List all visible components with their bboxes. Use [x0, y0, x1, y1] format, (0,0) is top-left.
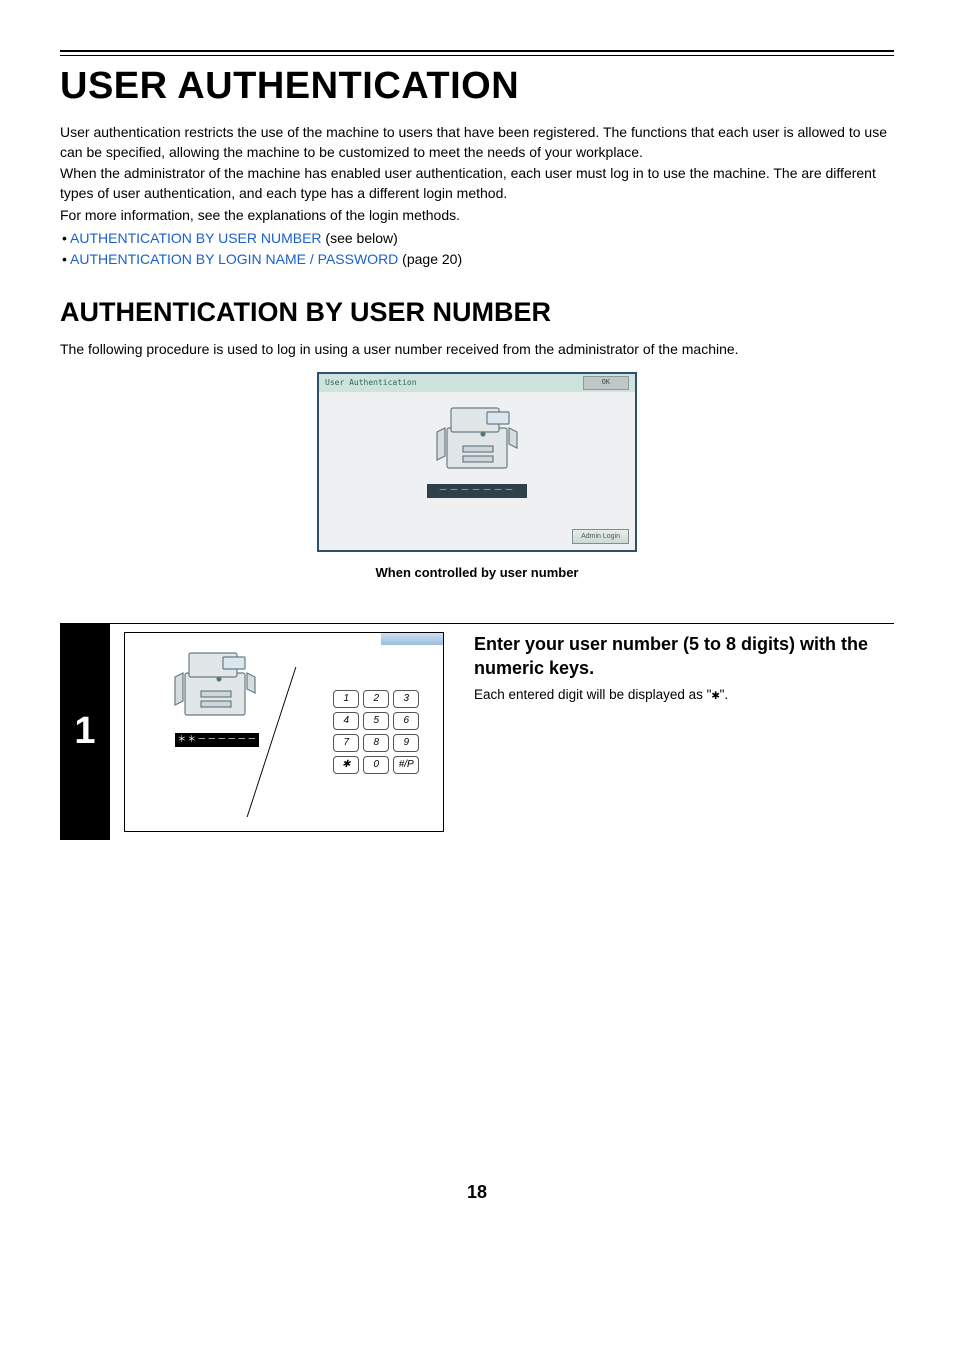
- key-0[interactable]: 0: [363, 756, 389, 774]
- step-body-a: Each entered digit will be displayed as …: [474, 687, 711, 702]
- step-text: Enter your user number (5 to 8 digits) w…: [474, 624, 894, 840]
- page-title: USER AUTHENTICATION: [60, 60, 894, 113]
- panel-header-title: User Authentication: [325, 377, 417, 388]
- key-7[interactable]: 7: [333, 734, 359, 752]
- key-3[interactable]: 3: [393, 690, 419, 708]
- step-number: 1: [60, 624, 110, 840]
- numeric-keypad: 1 2 3 4 5 6 7 8 9 ✱ 0 #/P: [333, 690, 419, 774]
- key-2[interactable]: 2: [363, 690, 389, 708]
- key-hash[interactable]: #/P: [393, 756, 419, 774]
- intro-block: User authentication restricts the use of…: [60, 123, 894, 225]
- link2-suffix: (page 20): [398, 251, 462, 267]
- top-rule: [60, 50, 894, 56]
- panel-body: －－－－－－－: [319, 398, 635, 518]
- key-6[interactable]: 6: [393, 712, 419, 730]
- page-number: 18: [60, 1180, 894, 1205]
- mask-entered: ＊＊－－－－－－: [175, 733, 259, 748]
- link-list: • AUTHENTICATION BY USER NUMBER (see bel…: [62, 229, 894, 269]
- figure-right: 1 2 3 4 5 6 7 8 9 ✱ 0 #/P: [309, 633, 443, 831]
- figure-scroll-decoration: [381, 633, 443, 645]
- step-body-b: ".: [720, 687, 729, 702]
- admin-login-button[interactable]: Admin Login: [572, 529, 629, 545]
- panel-figure: User Authentication OK －－－－－－－ Admin Log…: [60, 372, 894, 583]
- intro-p1: User authentication restricts the use of…: [60, 123, 894, 162]
- bullet-item-2: • AUTHENTICATION BY LOGIN NAME / PASSWOR…: [62, 250, 894, 270]
- key-8[interactable]: 8: [363, 734, 389, 752]
- section-lead: The following procedure is used to log i…: [60, 340, 894, 360]
- auth-panel: User Authentication OK －－－－－－－ Admin Log…: [317, 372, 637, 553]
- mask-field: －－－－－－－: [427, 484, 527, 499]
- bullet-item-1: • AUTHENTICATION BY USER NUMBER (see bel…: [62, 229, 894, 249]
- figure-left: ＊＊－－－－－－: [125, 633, 309, 831]
- printer-icon-small: [157, 641, 277, 727]
- asterisk-icon: ✱: [711, 687, 719, 703]
- intro-p3: For more information, see the explanatio…: [60, 206, 894, 226]
- intro-p2: When the administrator of the machine ha…: [60, 164, 894, 203]
- step-body: Each entered digit will be displayed as …: [474, 686, 894, 705]
- step-heading: Enter your user number (5 to 8 digits) w…: [474, 632, 894, 681]
- printer-icon: [417, 398, 537, 478]
- key-star[interactable]: ✱: [333, 756, 359, 774]
- link-auth-user-number[interactable]: AUTHENTICATION BY USER NUMBER: [70, 230, 322, 246]
- step-figure: ＊＊－－－－－－ 1 2 3 4 5 6 7 8 9 ✱ 0 #/P: [124, 632, 444, 832]
- key-9[interactable]: 9: [393, 734, 419, 752]
- key-4[interactable]: 4: [333, 712, 359, 730]
- panel-header: User Authentication OK: [319, 374, 635, 392]
- ok-button[interactable]: OK: [583, 376, 629, 390]
- key-1[interactable]: 1: [333, 690, 359, 708]
- link1-suffix: (see below): [322, 230, 398, 246]
- step-section: 1 ＊＊－－－－－－: [60, 623, 894, 840]
- key-5[interactable]: 5: [363, 712, 389, 730]
- link-auth-login-password[interactable]: AUTHENTICATION BY LOGIN NAME / PASSWORD: [70, 251, 398, 267]
- panel-caption: When controlled by user number: [60, 564, 894, 582]
- panel-footer: Admin Login: [319, 518, 635, 551]
- section-title: AUTHENTICATION BY USER NUMBER: [60, 294, 894, 332]
